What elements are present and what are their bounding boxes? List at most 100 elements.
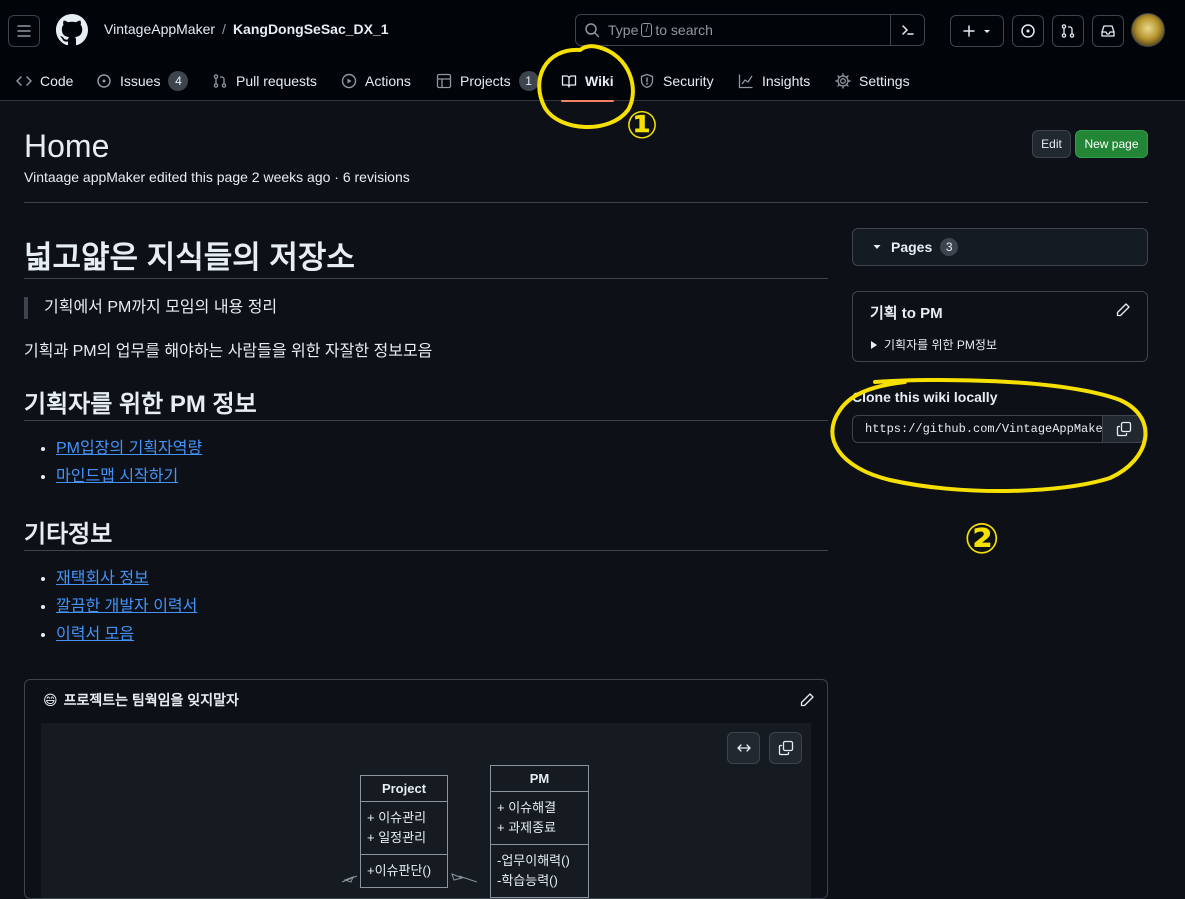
table-icon [436, 73, 452, 88]
plus-icon [963, 25, 975, 37]
custom-sidebar: 기획 to PM 기획자를 위한 PM정보 [852, 291, 1148, 362]
clone-label: Clone this wiki locally [852, 389, 998, 405]
list-item: 마인드맵 시작하기 [56, 466, 202, 494]
graph-icon [738, 74, 753, 88]
breadcrumb-owner[interactable]: VintageAppMaker [104, 21, 215, 37]
tab-label: Security [663, 72, 714, 89]
wiki-link[interactable]: 이력서 모음 [56, 626, 134, 643]
arrow-both-icon [736, 744, 751, 752]
sidebar-item-label: 기획자를 위한 PM정보 [884, 338, 997, 352]
list-item: 깔끔한 개발자 이력서 [56, 596, 197, 624]
tab-actions[interactable]: Actions [341, 60, 411, 101]
tab-insights[interactable]: Insights [738, 60, 810, 101]
tab-wiki[interactable]: Wiki [561, 60, 614, 102]
new-page-button[interactable]: New page [1075, 130, 1148, 158]
uml-class-pm: PM + 이슈해결 + 과제종료 -업무이해력() -학습능력() [490, 765, 589, 898]
tab-label: Issues [120, 72, 161, 89]
sidebar-title: 기획 to PM [870, 305, 943, 322]
uml-operation: -업무이해력() [497, 853, 570, 868]
search-input[interactable]: Type / to search [575, 14, 925, 46]
tab-label: Code [40, 72, 74, 89]
link-list-pm: PM입장의 기획자역량 마인드맵 시작하기 [56, 438, 202, 494]
breadcrumb-separator: / [222, 21, 226, 37]
wiki-link[interactable]: PM입장의 기획자역량 [56, 440, 202, 457]
page-meta: Vintaage appMaker edited this page 2 wee… [24, 169, 410, 185]
uml-attribute: + 일정관리 [367, 830, 427, 845]
tab-projects[interactable]: Projects 1 [436, 60, 539, 101]
divider [24, 202, 1148, 203]
uml-attribute: + 이슈관리 [367, 810, 427, 825]
paragraph: 기획과 PM의 업무를 해야하는 사람들을 위한 자잘한 정보모음 [24, 343, 433, 360]
avatar[interactable] [1131, 13, 1165, 47]
code-icon [16, 75, 32, 86]
repo-tabs: Code Issues 4 Pull requests Actions Proj… [0, 60, 1185, 102]
uml-attribute: + 과제종료 [497, 820, 557, 835]
pull-request-icon [213, 73, 227, 88]
gear-icon [835, 72, 851, 89]
tab-settings[interactable]: Settings [835, 60, 910, 101]
tab-security[interactable]: Security [639, 60, 714, 101]
copy-icon [778, 740, 793, 756]
uml-attributes: + 이슈해결 + 과제종료 [491, 792, 588, 845]
edit-button[interactable]: Edit [1032, 130, 1071, 158]
tab-pull-requests[interactable]: Pull requests [212, 60, 317, 101]
wiki-link[interactable]: 재택회사 정보 [56, 570, 149, 587]
command-palette-button[interactable] [890, 14, 924, 46]
github-logo-icon[interactable] [56, 14, 88, 46]
pull-request-icon [1061, 24, 1075, 38]
breadcrumb-repo[interactable]: KangDongSeSac_DX_1 [233, 21, 389, 37]
uml-connector [341, 873, 477, 883]
pages-toggle[interactable]: Pages 3 [852, 228, 1148, 266]
tab-code[interactable]: Code [16, 60, 73, 101]
issue-icon [1021, 24, 1035, 38]
pull-requests-button[interactable] [1052, 15, 1084, 47]
expand-button[interactable] [727, 732, 760, 764]
search-placeholder-prefix: Type [608, 22, 639, 38]
menu-button[interactable] [8, 15, 40, 47]
inbox-button[interactable] [1092, 15, 1124, 47]
search-placeholder: Type / to search [608, 22, 713, 38]
diagram-title: 프로젝트는 팀웍임을 잊지말자 [63, 692, 239, 708]
triangle-down-icon [873, 245, 881, 249]
pencil-icon[interactable] [799, 692, 815, 708]
inbox-icon [1101, 25, 1115, 37]
wiki-link[interactable]: 마인드맵 시작하기 [56, 468, 178, 485]
copy-url-button[interactable] [1103, 415, 1145, 443]
page-title: Home [24, 128, 110, 164]
projects-count-badge: 1 [518, 70, 539, 91]
tab-label: Wiki [585, 72, 614, 89]
search-shortcut-key: / [641, 23, 653, 37]
tab-issues[interactable]: Issues 4 [96, 60, 189, 101]
tab-label: Pull requests [236, 72, 317, 89]
tab-label: Settings [859, 72, 910, 89]
terminal-icon [901, 25, 914, 35]
diagram-canvas: Project + 이슈관리 + 일정관리 +이슈판단() PM + 이슈해결 … [41, 723, 811, 898]
issues-button[interactable] [1012, 15, 1044, 47]
pages-count-badge: 3 [940, 238, 959, 256]
triangle-right-icon [871, 340, 877, 349]
divider [24, 420, 828, 421]
annotation-mark-2: ② [964, 514, 1000, 563]
blockquote: 기획에서 PM까지 모임의 내용 정리 [24, 297, 277, 319]
pencil-icon[interactable] [1115, 302, 1131, 318]
diagram-card: 😄 프로젝트는 팀웍임을 잊지말자 Project + 이슈관리 + 일정관리 … [24, 679, 828, 899]
annotation-mark-1: ① [626, 103, 658, 147]
copy-button[interactable] [769, 732, 802, 764]
global-header: VintageAppMaker / KangDongSeSac_DX_1 Typ… [0, 0, 1185, 102]
uml-attribute: + 이슈해결 [497, 800, 557, 815]
book-icon [561, 74, 577, 88]
create-new-button[interactable] [950, 15, 1004, 47]
tab-label: Actions [365, 72, 411, 89]
diagram-header: 😄 프로젝트는 팀웍임을 잊지말자 [25, 680, 827, 720]
breadcrumb: VintageAppMaker / KangDongSeSac_DX_1 [104, 21, 389, 37]
top-bar: VintageAppMaker / KangDongSeSac_DX_1 Typ… [0, 0, 1185, 60]
link-list-etc: 재택회사 정보 깔끔한 개발자 이력서 이력서 모음 [56, 568, 197, 652]
search-placeholder-suffix: to search [655, 22, 713, 38]
shield-icon [640, 73, 654, 88]
wiki-link[interactable]: 깔끔한 개발자 이력서 [56, 598, 197, 615]
clone-url-field[interactable]: https://github.com/VintageAppMaker/KangD… [852, 415, 1103, 443]
hamburger-icon [17, 25, 31, 37]
sidebar-item-pm-info[interactable]: 기획자를 위한 PM정보 [870, 336, 997, 353]
content-heading-main: 넓고얇은 지식들의 저장소 [24, 240, 355, 275]
tab-label: Projects [460, 72, 511, 89]
